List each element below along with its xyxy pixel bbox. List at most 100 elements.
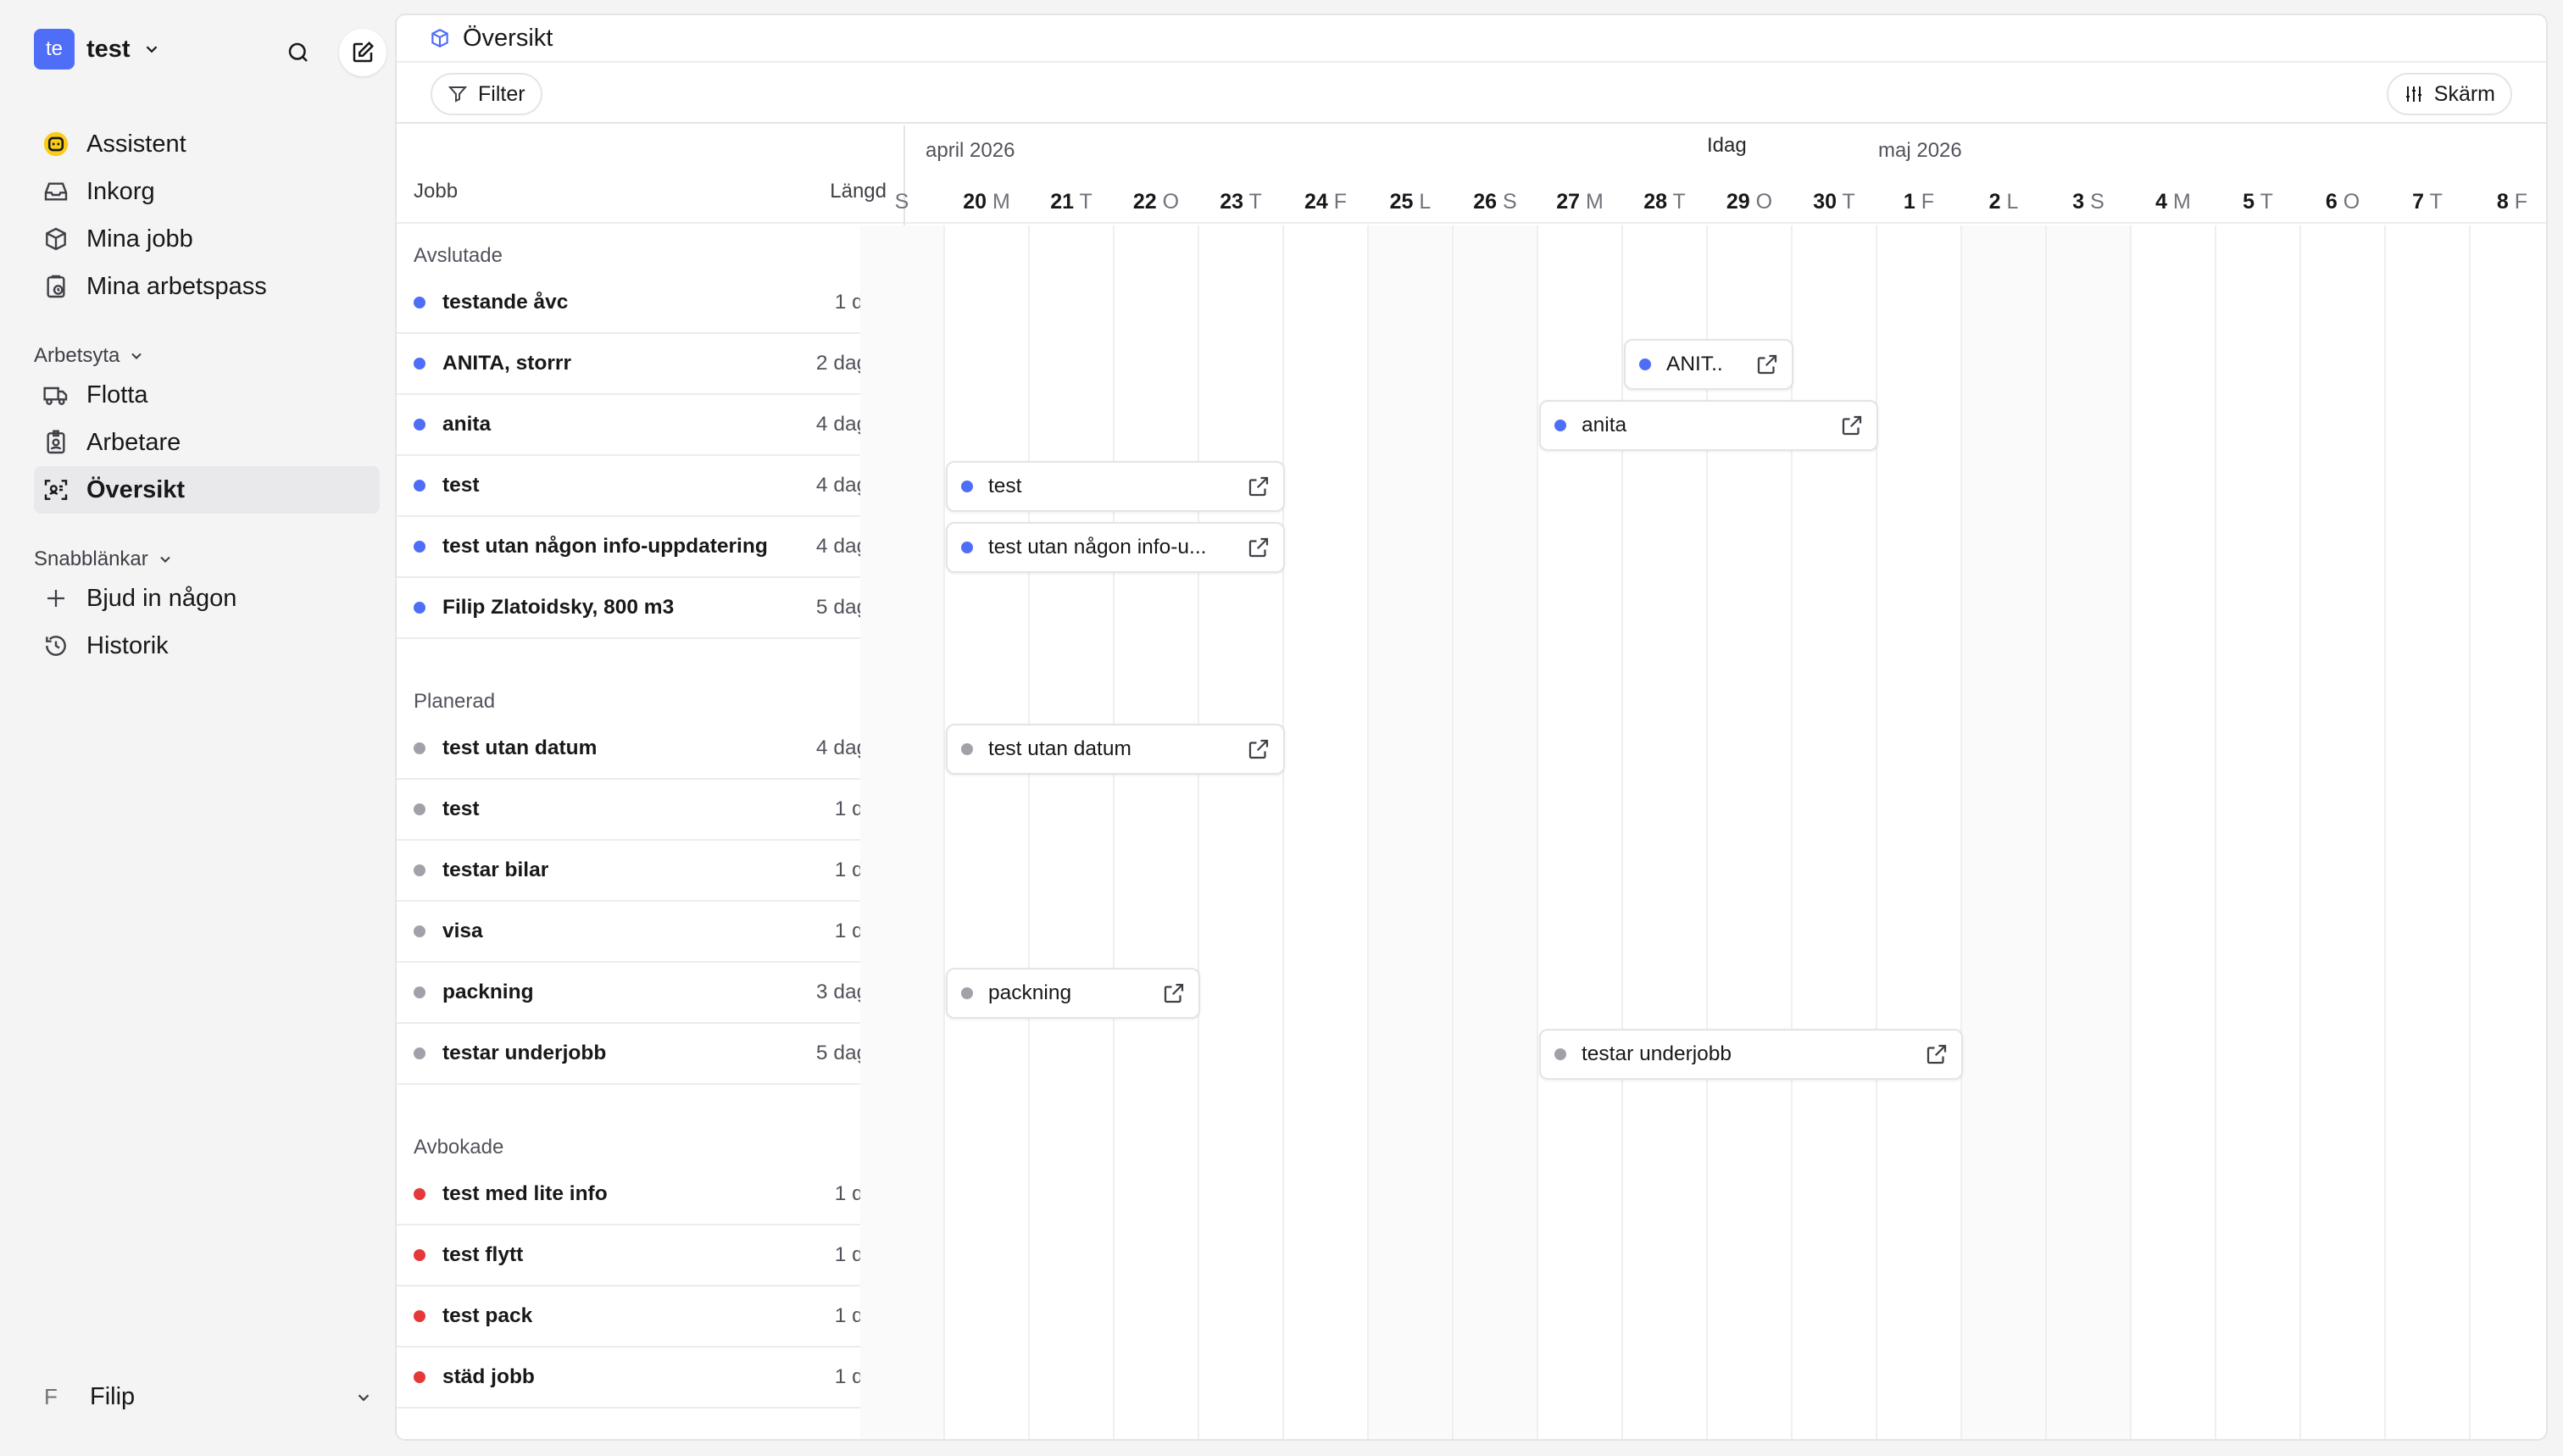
- new-button[interactable]: [339, 29, 386, 76]
- job-row[interactable]: test utan datum 4 dagar: [397, 719, 903, 780]
- job-name: test flytt: [442, 1243, 524, 1266]
- job-row[interactable]: test1 dag: [397, 780, 903, 841]
- nav-item-label: Flotta: [86, 381, 148, 408]
- job-row[interactable]: visa1 dag: [397, 902, 903, 963]
- day-number: 20: [963, 190, 987, 214]
- month-label: maj 2026: [1878, 139, 1962, 162]
- nav-item-label: Översikt: [86, 475, 186, 503]
- job-row[interactable]: test 4 dagar: [397, 456, 903, 517]
- job-row[interactable]: testar underjobb 5 dagar: [397, 1024, 903, 1085]
- job-row[interactable]: test med lite info1 dag: [397, 1164, 903, 1225]
- nav-item-arbetare[interactable]: Arbetare: [34, 419, 380, 466]
- workspace-section-toggle[interactable]: Arbetsyta: [34, 344, 145, 368]
- timeline: april 2026 Idag maj 2026 S 20 M 21 T 22 O 23…: [860, 125, 2546, 1439]
- group-header: Avbokade: [414, 1136, 504, 1159]
- page-header: Översikt: [397, 15, 2546, 63]
- workspace-switcher[interactable]: te test: [34, 29, 161, 69]
- status-dot: [414, 297, 425, 308]
- job-name: test utan någon info-uppdatering: [442, 535, 768, 558]
- job-bar[interactable]: testar underjobb: [1539, 1029, 1963, 1080]
- weekend-column: [860, 225, 944, 1439]
- external-link-icon[interactable]: [1839, 413, 1865, 438]
- status-dot: [414, 358, 425, 370]
- day-label: 24 F: [1283, 190, 1368, 214]
- external-link-icon[interactable]: [1924, 1042, 1949, 1067]
- job-bar[interactable]: anita: [1539, 400, 1878, 451]
- grid-line: [943, 225, 945, 1439]
- job-bar[interactable]: test: [946, 461, 1285, 512]
- job-bar[interactable]: packning: [946, 968, 1200, 1019]
- truck-icon: [39, 378, 73, 412]
- section-title: Arbetsyta: [34, 344, 120, 367]
- search-button[interactable]: [275, 29, 322, 76]
- external-link-icon[interactable]: [1754, 352, 1780, 377]
- quicklinks-section-toggle[interactable]: Snabblänkar: [34, 547, 174, 571]
- filter-button[interactable]: Filter: [431, 73, 542, 115]
- job-row[interactable]: ANITA, storrr 2 dagar: [397, 334, 903, 395]
- nav-item-bjud-in[interactable]: Bjud in någon: [34, 575, 380, 622]
- day-label: 28 T: [1622, 190, 1707, 214]
- job-row[interactable]: test pack1 dag: [397, 1287, 903, 1348]
- nav-item-mina-arbetspass[interactable]: Mina arbetspass: [34, 263, 380, 310]
- plus-icon: [39, 581, 73, 615]
- nav-item-oversikt[interactable]: Översikt: [34, 466, 380, 514]
- job-bar[interactable]: ANIT..: [1624, 339, 1793, 390]
- nav-item-assistent[interactable]: Assistent: [34, 120, 380, 168]
- status-dot: [414, 1048, 425, 1059]
- nav-item-label: Historik: [86, 631, 169, 659]
- day-label: 3 S: [2046, 190, 2131, 214]
- day-weekday: O: [2343, 190, 2360, 214]
- day-number: 30: [1813, 190, 1837, 214]
- job-name: test pack: [442, 1304, 533, 1327]
- status-dot: [414, 1188, 425, 1200]
- user-menu[interactable]: F Filip: [34, 1383, 373, 1411]
- job-row[interactable]: packning 3 dagar: [397, 963, 903, 1024]
- weekend-column: [1962, 225, 2046, 1439]
- job-row[interactable]: Filip Zlatoidsky, 800 m3 5 dagar: [397, 578, 903, 639]
- external-link-icon[interactable]: [1246, 736, 1271, 762]
- jobs-list: Jobb Längd Avslutadetestande åvc1 dagANI…: [397, 125, 905, 1439]
- nav-item-historik[interactable]: Historik: [34, 622, 380, 670]
- day-number: 5: [2243, 190, 2255, 214]
- job-bar-label: test utan datum: [988, 737, 1131, 760]
- nav-item-flotta[interactable]: Flotta: [34, 371, 380, 419]
- job-row[interactable]: anita 4 dagar: [397, 395, 903, 456]
- page-title: Översikt: [463, 24, 553, 52]
- job-row[interactable]: testande åvc1 dag: [397, 273, 903, 334]
- day-weekday: T: [1079, 190, 1092, 214]
- job-row[interactable]: testar bilar1 dag: [397, 841, 903, 902]
- edit-icon: [353, 41, 375, 63]
- grid-line: [1113, 225, 1115, 1439]
- sliders-icon: [2405, 86, 2421, 102]
- status-dot: [414, 1249, 425, 1261]
- day-weekday: T: [1672, 190, 1686, 214]
- external-link-icon[interactable]: [1246, 474, 1271, 499]
- nav-item-label: Mina arbetspass: [86, 272, 267, 300]
- external-link-icon[interactable]: [1246, 535, 1271, 560]
- job-bar[interactable]: test utan datum: [946, 724, 1285, 775]
- badge-icon: [39, 425, 73, 459]
- search-icon: [288, 42, 308, 62]
- status-dot: [414, 803, 425, 815]
- day-number: 21: [1050, 190, 1075, 214]
- nav-item-mina-jobb[interactable]: Mina jobb: [34, 215, 380, 263]
- nav-item-inkorg[interactable]: Inkorg: [34, 168, 380, 215]
- job-row[interactable]: test flytt1 dag: [397, 1225, 903, 1287]
- chevron-down-icon: [146, 46, 157, 53]
- job-name: test utan datum: [442, 736, 598, 759]
- day-label: 6 O: [2300, 190, 2385, 214]
- weekend-column: [1454, 225, 1537, 1439]
- day-weekday: F: [1921, 190, 1935, 214]
- grid-line: [1282, 225, 1284, 1439]
- job-row[interactable]: städ jobb1 dag: [397, 1348, 903, 1409]
- job-bar[interactable]: test utan någon info-u...: [946, 522, 1285, 573]
- external-link-icon[interactable]: [1161, 981, 1187, 1006]
- job-row[interactable]: test utan någon info-uppdatering 4 dagar: [397, 517, 903, 578]
- day-number: 27: [1556, 190, 1581, 214]
- job-name: test med lite info: [442, 1182, 608, 1205]
- grid-line: [2130, 225, 2132, 1439]
- display-button[interactable]: Skärm: [2386, 73, 2512, 115]
- day-number: 6: [2325, 190, 2338, 214]
- day-number: 7: [2412, 190, 2425, 214]
- day-label: 4 M: [2131, 190, 2216, 214]
